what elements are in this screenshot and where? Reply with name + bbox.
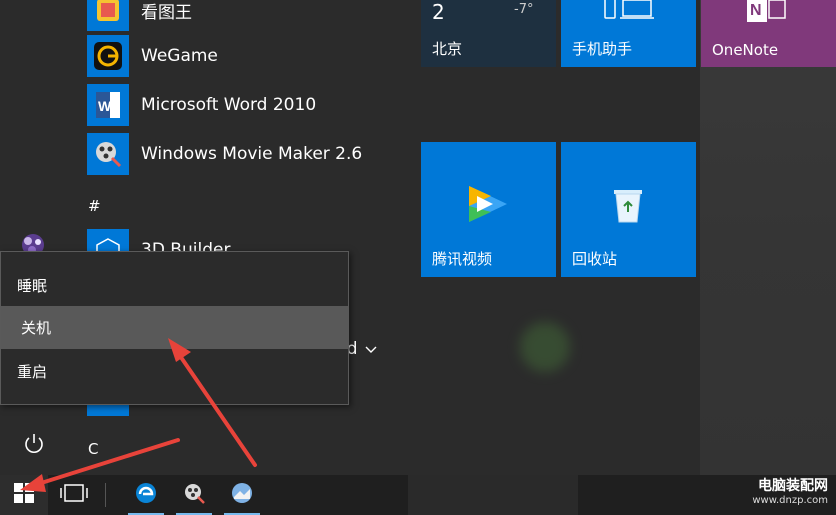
movie-maker-icon [87, 133, 129, 175]
tile-label: 回收站 [572, 250, 618, 268]
power-icon[interactable] [20, 430, 48, 458]
app-item-movie-maker[interactable]: Windows Movie Maker 2.6 [87, 131, 362, 177]
watermark-title: 电脑装配网 [758, 478, 828, 494]
tile-tencent-video[interactable]: 腾讯视频 [421, 142, 556, 277]
movie-maker-icon [182, 481, 206, 509]
power-menu-shutdown[interactable]: 关机 [1, 306, 348, 349]
taskbar-photo-viewer-button[interactable] [220, 475, 264, 515]
tile-label: 腾讯视频 [432, 250, 493, 268]
watermark-url: www.dnzp.com [752, 495, 828, 506]
section-header-c[interactable]: C [88, 440, 98, 458]
taskbar-blurred-region [408, 475, 578, 515]
section-header-hash[interactable]: # [88, 197, 101, 215]
tile-phone-assistant[interactable]: 手机助手 [561, 0, 696, 67]
word-icon: W [87, 84, 129, 126]
desktop-background [700, 0, 836, 475]
task-view-icon [57, 483, 91, 507]
kantuwang-icon [87, 0, 129, 31]
weather-low-temp: -7° [514, 2, 534, 17]
weather-temp: 2 [432, 0, 445, 24]
app-label: WeGame [141, 46, 218, 66]
task-view-button[interactable] [52, 475, 96, 515]
power-menu-restart[interactable]: 重启 [1, 350, 348, 393]
desktop-blurred-icon [520, 322, 570, 372]
watermark: 电脑装配网 www.dnzp.com [752, 479, 828, 506]
app-item-wegame[interactable]: WeGame [87, 33, 218, 79]
start-button[interactable] [0, 475, 48, 515]
app-label: Microsoft Word 2010 [141, 95, 317, 115]
phone-assistant-icon [603, 0, 655, 24]
edge-browser-icon [134, 481, 158, 509]
power-menu: 睡眠 关机 重启 [0, 251, 349, 405]
tencent-video-icon [465, 184, 511, 228]
recycle-bin-icon [611, 186, 645, 228]
windows-logo-icon [14, 483, 34, 507]
app-item-kantuwang[interactable]: 看图王 [87, 0, 192, 33]
taskbar-edge-button[interactable] [124, 475, 168, 515]
svg-text:N: N [750, 2, 762, 19]
photo-viewer-icon [230, 481, 254, 509]
tile-label: 北京 [432, 40, 463, 58]
onenote-icon: N [747, 0, 787, 26]
tile-weather[interactable]: 2 -7° 北京 [421, 0, 556, 67]
app-label: 看图王 [141, 2, 192, 23]
tile-recycle-bin[interactable]: 回收站 [561, 142, 696, 277]
app-item-word[interactable]: W Microsoft Word 2010 [87, 82, 316, 128]
tile-label: OneNote [712, 41, 779, 59]
tile-onenote[interactable]: N OneNote [701, 0, 836, 67]
tile-label: 手机助手 [572, 40, 633, 58]
wegame-icon [87, 35, 129, 77]
power-menu-sleep[interactable]: 睡眠 [1, 264, 348, 307]
app-label: Windows Movie Maker 2.6 [141, 144, 363, 164]
chevron-down-icon [365, 339, 377, 359]
taskbar-movie-maker-button[interactable] [172, 475, 216, 515]
taskbar-divider [105, 483, 106, 507]
svg-text:W: W [98, 98, 112, 114]
